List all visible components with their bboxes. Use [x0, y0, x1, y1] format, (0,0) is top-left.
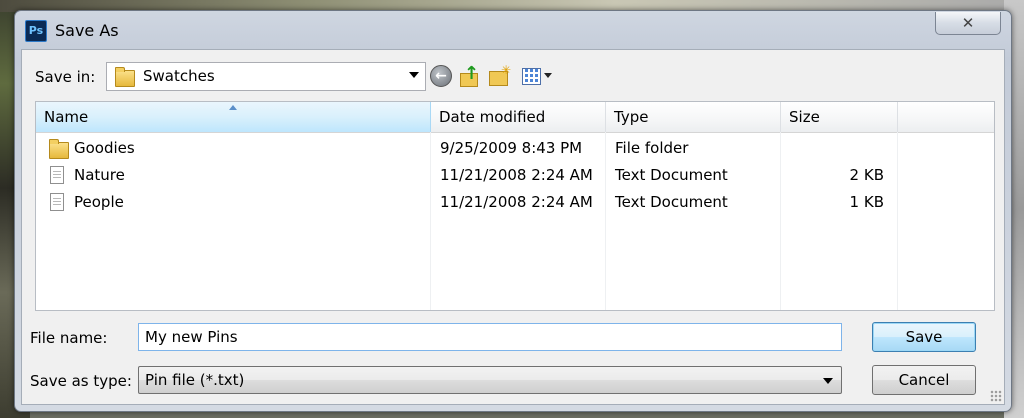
file-date: 9/25/2009 8:43 PM — [440, 139, 583, 157]
dialog-body: Save in: Swatches ← ↑ ✳ Name Date modifi… — [21, 49, 1005, 405]
file-row-nature[interactable]: Nature 11/21/2008 2:24 AM Text Document … — [36, 162, 994, 189]
views-menu-icon[interactable] — [520, 65, 558, 87]
title-bar[interactable]: Ps Save As ✕ — [15, 11, 1011, 49]
file-name: Goodies — [74, 139, 135, 157]
sort-ascending-icon — [229, 105, 237, 110]
save-as-type-label: Save as type: — [30, 372, 132, 390]
cancel-button[interactable]: Cancel — [872, 365, 976, 395]
text-document-icon — [50, 193, 64, 211]
photoshop-app-icon: Ps — [25, 20, 47, 42]
close-button[interactable]: ✕ — [935, 12, 1001, 35]
up-folder-icon[interactable]: ↑ — [458, 63, 480, 87]
file-date: 11/21/2008 2:24 AM — [440, 166, 593, 184]
file-size: 1 KB — [849, 193, 884, 211]
text-document-icon — [50, 166, 64, 184]
column-header-date-modified[interactable]: Date modified — [431, 102, 606, 132]
file-name: Nature — [74, 166, 125, 184]
file-row-goodies[interactable]: Goodies 9/25/2009 8:43 PM File folder — [36, 135, 994, 162]
file-name-input[interactable]: My new Pins — [138, 323, 842, 351]
new-folder-icon[interactable]: ✳ — [488, 63, 511, 87]
column-header-name[interactable]: Name — [36, 102, 431, 132]
chevron-down-icon[interactable] — [823, 378, 833, 384]
file-type: Text Document — [615, 193, 728, 211]
file-name-label: File name: — [30, 329, 108, 347]
file-type: Text Document — [615, 166, 728, 184]
column-header-filler — [898, 102, 994, 132]
file-size: 2 KB — [849, 166, 884, 184]
save-as-type-dropdown[interactable]: Pin file (*.txt) — [138, 366, 842, 394]
save-button[interactable]: Save — [872, 322, 976, 352]
column-header-size[interactable]: Size — [781, 102, 898, 132]
save-as-dialog: Ps Save As ✕ Save in: Swatches ← ↑ ✳ Nam… — [14, 10, 1012, 412]
save-in-value: Swatches — [143, 67, 215, 85]
column-header-type[interactable]: Type — [606, 102, 781, 132]
resize-grip[interactable] — [990, 390, 1002, 402]
chevron-down-icon[interactable] — [409, 72, 419, 78]
file-type: File folder — [615, 139, 689, 157]
save-in-dropdown[interactable]: Swatches — [106, 62, 426, 91]
file-date: 11/21/2008 2:24 AM — [440, 193, 593, 211]
folder-icon — [49, 139, 69, 159]
column-header-row: Name Date modified Type Size — [36, 102, 994, 133]
file-name: People — [74, 193, 124, 211]
save-as-type-value: Pin file (*.txt) — [145, 371, 245, 389]
folder-icon — [115, 67, 135, 87]
dialog-title: Save As — [55, 21, 119, 40]
file-list[interactable]: Name Date modified Type Size Goodies 9/2… — [35, 101, 995, 311]
save-in-label: Save in: — [35, 68, 96, 86]
back-icon[interactable]: ← — [430, 65, 452, 87]
file-row-people[interactable]: People 11/21/2008 2:24 AM Text Document … — [36, 189, 994, 216]
